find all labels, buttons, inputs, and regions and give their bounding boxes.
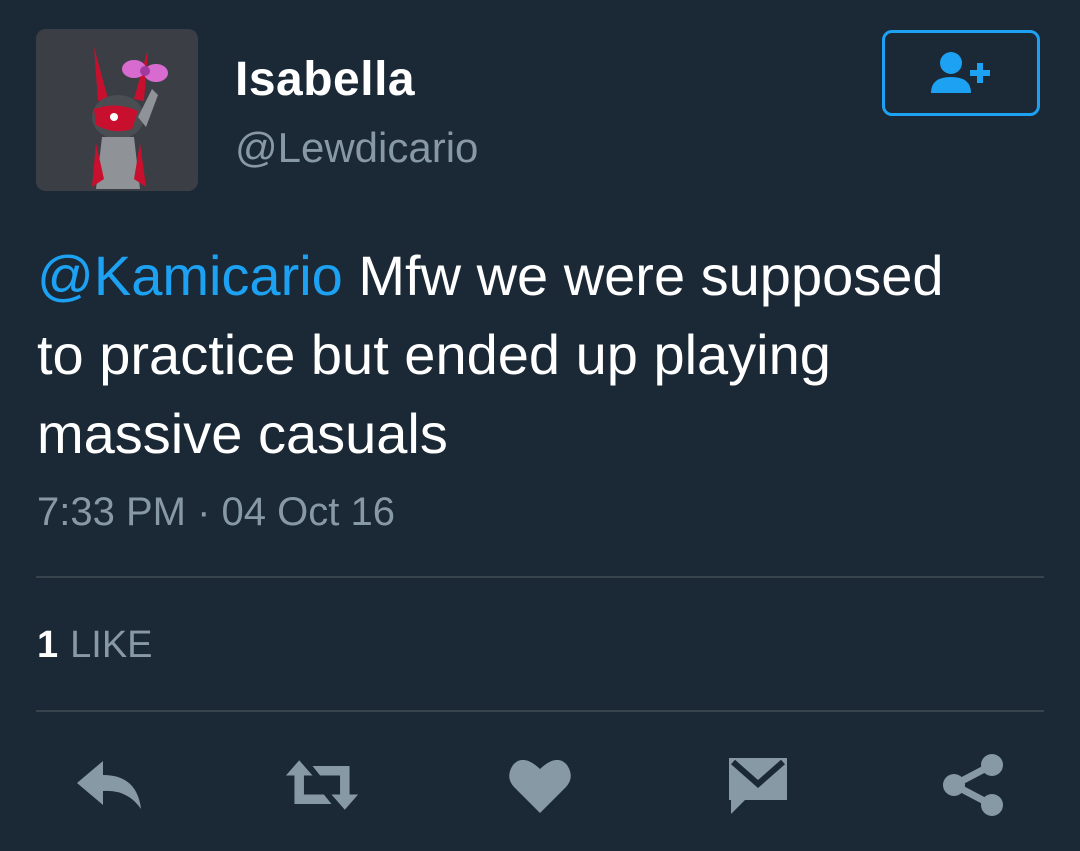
tweet-line-2: to practice but ended up playing [37,323,831,386]
avatar-image [36,29,198,191]
reply-button[interactable] [72,750,148,820]
follow-button[interactable] [882,30,1040,116]
heart-icon [509,759,571,813]
user-handle[interactable]: @Lewdicario [235,124,478,172]
direct-message-button[interactable] [720,750,796,820]
tweet-text: @Kamicario Mfw we were supposed to pract… [37,236,1037,473]
share-button[interactable] [935,750,1011,820]
divider [36,710,1044,712]
tweet-timestamp: 7:33 PM · 04 Oct 16 [37,490,395,534]
divider [36,576,1044,578]
reply-icon [77,761,141,809]
like-count: 1 [37,624,59,666]
envelope-icon [729,758,787,814]
avatar[interactable] [36,29,198,191]
like-stats[interactable]: 1 LIKE [37,624,153,667]
retweet-button[interactable] [284,750,360,820]
tweet-line-1: @Kamicario Mfw we were supposed [37,236,1037,315]
share-icon [943,754,1003,816]
mention-link[interactable]: @Kamicario [37,244,343,307]
tweet-line-3: massive casuals [37,402,448,465]
display-name[interactable]: Isabella [235,52,415,107]
tweet-line-1-text: Mfw we were supposed [342,244,944,307]
add-user-icon [931,52,990,93]
like-button[interactable] [502,750,578,820]
retweet-icon [285,760,359,810]
like-label: LIKE [70,624,153,666]
